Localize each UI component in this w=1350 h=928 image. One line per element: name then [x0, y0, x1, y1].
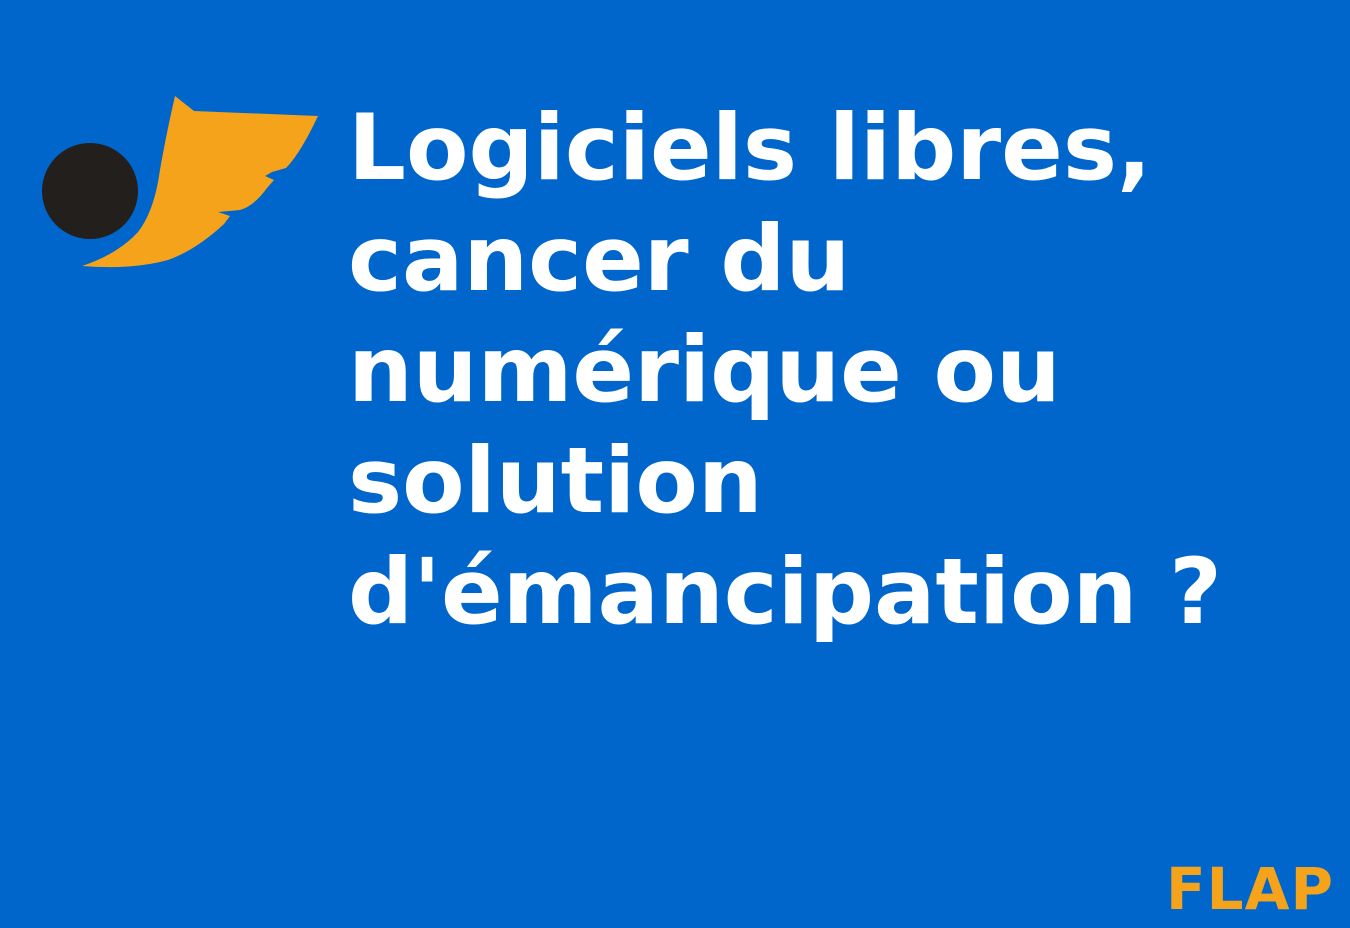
title-line: Logiciels libres, — [348, 96, 1152, 201]
title-line: d'émancipation ? — [348, 540, 1222, 645]
title-line: cancer du — [348, 207, 851, 312]
logo-ball — [42, 143, 138, 239]
title-line: solution — [348, 429, 763, 534]
brand-label: FLAP — [1166, 855, 1334, 923]
winged-ball-logo-icon — [42, 96, 318, 268]
title-line: numérique ou — [348, 318, 1061, 423]
page-title: Logiciels libres, cancer du numérique ou… — [348, 93, 1222, 648]
